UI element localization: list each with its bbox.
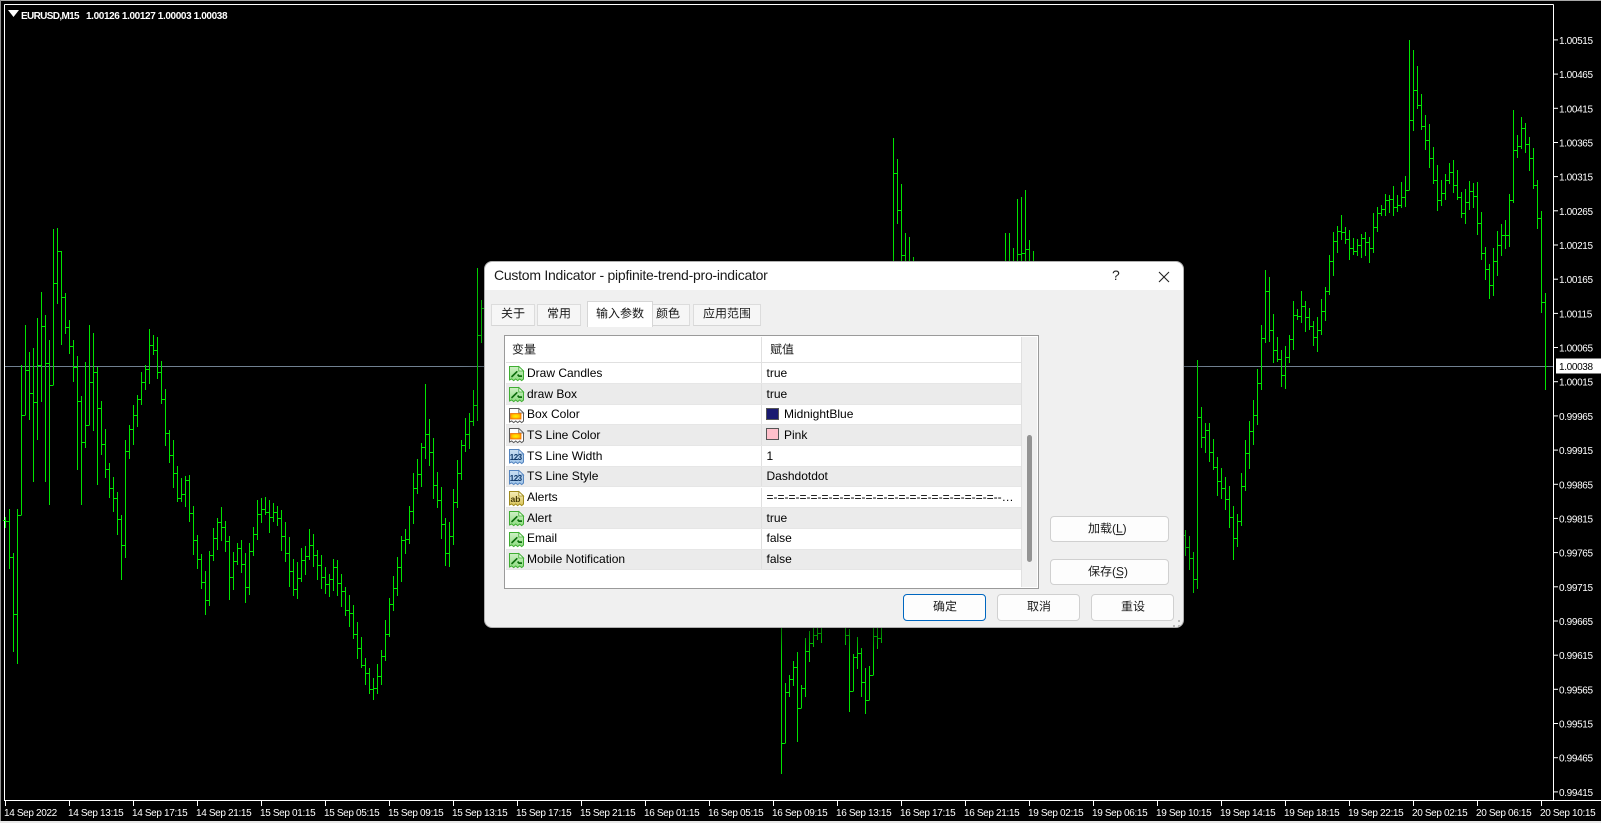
- svg-text:14 Sep 21:15: 14 Sep 21:15: [196, 808, 252, 819]
- svg-text:(L): (L): [1112, 522, 1127, 536]
- svg-text:15 Sep 21:15: 15 Sep 21:15: [580, 808, 636, 819]
- svg-text:1.00126 1.00127 1.00003 1.0003: 1.00126 1.00127 1.00003 1.00038: [86, 11, 228, 22]
- svg-text:19 Sep 14:15: 19 Sep 14:15: [1220, 808, 1276, 819]
- svg-text:ab: ab: [511, 494, 521, 504]
- svg-text:0.99665: 0.99665: [1559, 617, 1593, 628]
- svg-text:0.99615: 0.99615: [1559, 651, 1593, 662]
- svg-text:0.99515: 0.99515: [1559, 720, 1593, 731]
- svg-text:1.00365: 1.00365: [1559, 139, 1593, 150]
- svg-text:1.00265: 1.00265: [1559, 207, 1593, 218]
- svg-text:1.00515: 1.00515: [1559, 36, 1593, 47]
- svg-text:16 Sep 09:15: 16 Sep 09:15: [772, 808, 828, 819]
- svg-text:1.00038: 1.00038: [1559, 362, 1593, 373]
- svg-text:0.99965: 0.99965: [1559, 412, 1593, 423]
- svg-text:19 Sep 02:15: 19 Sep 02:15: [1028, 808, 1084, 819]
- svg-text:15 Sep 05:15: 15 Sep 05:15: [324, 808, 380, 819]
- svg-text:EURUSD,M15: EURUSD,M15: [21, 11, 80, 22]
- svg-text:16 Sep 17:15: 16 Sep 17:15: [900, 808, 956, 819]
- svg-text:16 Sep 05:15: 16 Sep 05:15: [708, 808, 764, 819]
- svg-text:15 Sep 01:15: 15 Sep 01:15: [260, 808, 316, 819]
- svg-text:0.99715: 0.99715: [1559, 583, 1593, 594]
- svg-text:0.99465: 0.99465: [1559, 754, 1593, 765]
- svg-text:1.00015: 1.00015: [1559, 378, 1593, 389]
- svg-text:1.00115: 1.00115: [1559, 309, 1593, 320]
- svg-text:14 Sep 17:15: 14 Sep 17:15: [132, 808, 188, 819]
- svg-text:14 Sep 13:15: 14 Sep 13:15: [68, 808, 124, 819]
- svg-text:0.99865: 0.99865: [1559, 480, 1593, 491]
- svg-text:16 Sep 13:15: 16 Sep 13:15: [836, 808, 892, 819]
- svg-text:0.99915: 0.99915: [1559, 446, 1593, 457]
- svg-text:1.00165: 1.00165: [1559, 275, 1593, 286]
- svg-text:1.00315: 1.00315: [1559, 173, 1593, 184]
- svg-text:16 Sep 21:15: 16 Sep 21:15: [964, 808, 1020, 819]
- svg-text:19 Sep 22:15: 19 Sep 22:15: [1348, 808, 1404, 819]
- svg-text:1.00465: 1.00465: [1559, 70, 1593, 81]
- svg-text:0.99565: 0.99565: [1559, 685, 1593, 696]
- svg-text:1.00415: 1.00415: [1559, 104, 1593, 115]
- svg-text:20 Sep 10:15: 20 Sep 10:15: [1540, 808, 1596, 819]
- svg-text:15 Sep 13:15: 15 Sep 13:15: [452, 808, 508, 819]
- svg-text:(S): (S): [1112, 565, 1128, 579]
- svg-text:123: 123: [510, 453, 523, 462]
- svg-text:1.00215: 1.00215: [1559, 241, 1593, 252]
- svg-text:1.00065: 1.00065: [1559, 344, 1593, 355]
- svg-text:15 Sep 09:15: 15 Sep 09:15: [388, 808, 444, 819]
- svg-text:15 Sep 17:15: 15 Sep 17:15: [516, 808, 572, 819]
- svg-text:16 Sep 01:15: 16 Sep 01:15: [644, 808, 700, 819]
- svg-text:19 Sep 10:15: 19 Sep 10:15: [1156, 808, 1212, 819]
- svg-text:20 Sep 02:15: 20 Sep 02:15: [1412, 808, 1468, 819]
- svg-text:0.99815: 0.99815: [1559, 514, 1593, 525]
- svg-text:19 Sep 18:15: 19 Sep 18:15: [1284, 808, 1340, 819]
- svg-text:14 Sep 2022: 14 Sep 2022: [4, 808, 58, 819]
- svg-text:0.99765: 0.99765: [1559, 549, 1593, 560]
- svg-text:0.99415: 0.99415: [1559, 788, 1593, 799]
- svg-text:20 Sep 06:15: 20 Sep 06:15: [1476, 808, 1532, 819]
- svg-text:19 Sep 06:15: 19 Sep 06:15: [1092, 808, 1148, 819]
- svg-text:123: 123: [510, 474, 523, 483]
